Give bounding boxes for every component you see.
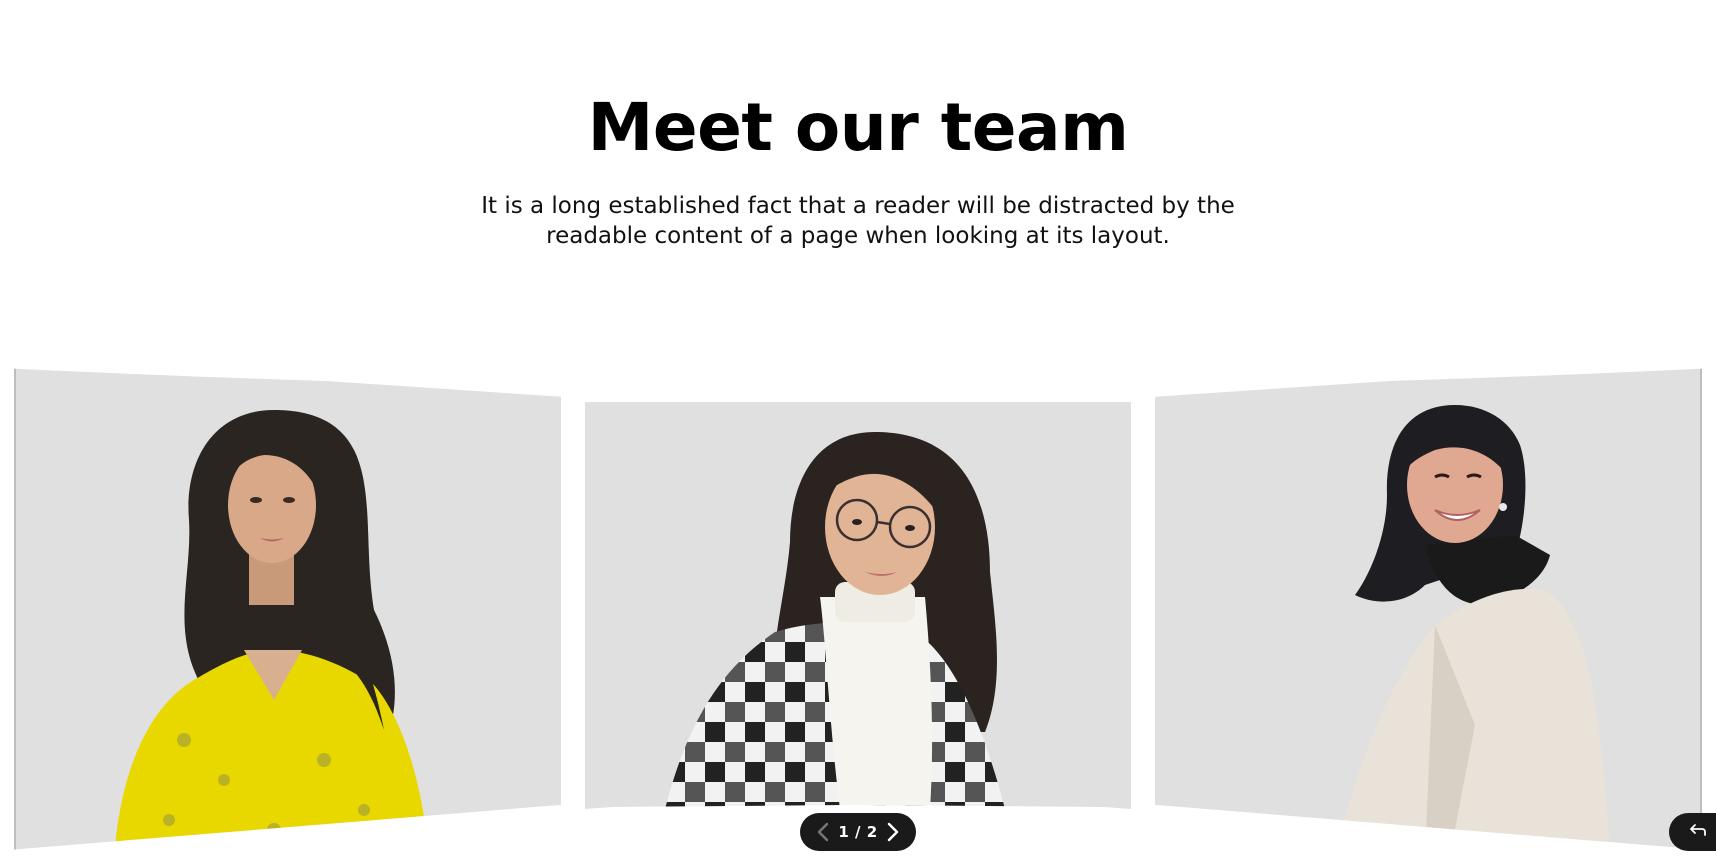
team-card-left[interactable] (14, 360, 561, 850)
page-subtitle: It is a long established fact that a rea… (481, 193, 1235, 249)
page-title: Meet our team (587, 89, 1129, 166)
pager-count: 1 / 2 (838, 823, 878, 841)
team-card-center[interactable] (585, 402, 1131, 809)
chevron-left-icon[interactable] (812, 821, 834, 843)
team-card-right[interactable] (1155, 360, 1702, 850)
carousel-pager: 1 / 2 (800, 813, 916, 851)
undo-arrow-icon (1689, 823, 1707, 842)
team-carousel (0, 360, 1716, 857)
back-button[interactable] (1669, 813, 1716, 851)
team-member-photo-1 (74, 400, 494, 850)
team-page: Meet our team It is a long established f… (0, 0, 1716, 857)
chevron-right-icon[interactable] (882, 821, 904, 843)
team-member-photo-2 (625, 402, 1095, 809)
team-member-photo-3 (1275, 395, 1635, 850)
